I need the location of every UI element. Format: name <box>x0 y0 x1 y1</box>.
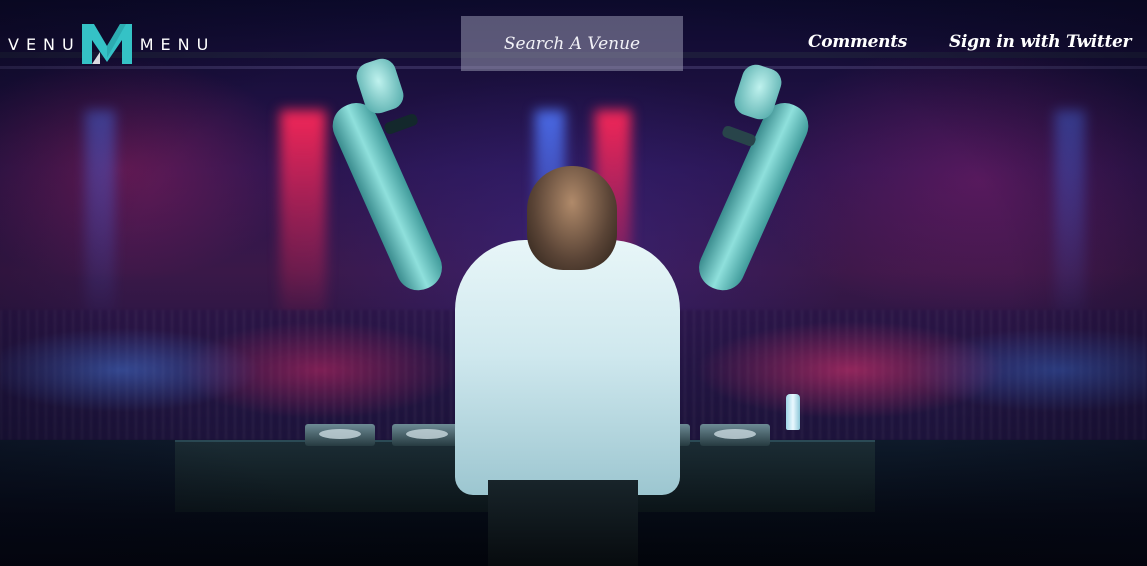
site-header: VENU MENU Comments Sign in with Twitter <box>0 0 1147 86</box>
logo-m-icon <box>81 24 132 64</box>
venue-search-input[interactable] <box>461 16 683 71</box>
sign-in-twitter-link[interactable]: Sign in with Twitter <box>949 32 1132 52</box>
logo-home-link[interactable]: VENU MENU <box>8 24 215 64</box>
comments-link[interactable]: Comments <box>808 32 907 52</box>
logo-text-left: VENU <box>8 34 81 54</box>
logo-text-right: MENU <box>139 34 216 54</box>
